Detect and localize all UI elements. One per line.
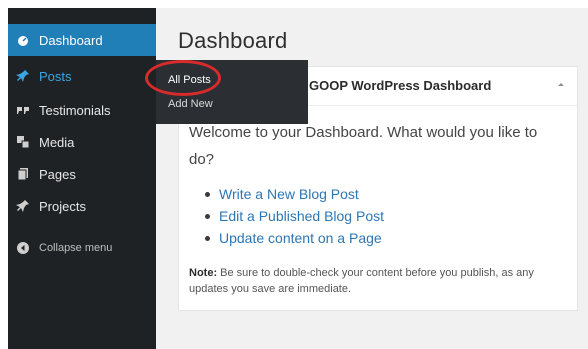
panel-title: GOOP WordPress Dashboard [309, 78, 492, 93]
welcome-text: Welcome to your Dashboard. What would yo… [189, 124, 538, 168]
page-title: Dashboard [178, 28, 288, 53]
sidebar-item-label: Collapse menu [39, 242, 113, 254]
sidebar-item-projects[interactable]: Projects [8, 190, 156, 222]
screenshot-frame: Dashboard Posts Testimonials Media Pages… [0, 0, 588, 349]
caret-up-icon [558, 83, 564, 86]
sidebar-item-label: Testimonials [39, 102, 111, 118]
collapse-menu-button[interactable]: Collapse menu [8, 232, 156, 264]
collapse-panel-toggle[interactable] [555, 79, 567, 91]
publish-note: Note: Be sure to double-check your conte… [189, 265, 567, 297]
note-text: Be sure to double-check your content bef… [189, 267, 534, 295]
pin-icon [15, 198, 31, 214]
submenu-item-all-posts[interactable]: All Posts [156, 68, 308, 92]
sidebar-item-label: Projects [39, 198, 86, 214]
write-post-link[interactable]: Write a New Blog Post [205, 183, 384, 205]
note-label: Note: [189, 267, 218, 279]
sidebar-item-label: Dashboard [39, 32, 103, 48]
quote-icon [15, 102, 31, 118]
sidebar-item-label: Media [39, 134, 75, 150]
admin-sidebar: Dashboard Posts Testimonials Media Pages… [8, 8, 156, 349]
sidebar-item-posts[interactable]: Posts [8, 60, 156, 92]
pin-icon [15, 68, 31, 84]
media-icon [15, 134, 31, 150]
update-page-link[interactable]: Update content on a Page [205, 227, 384, 249]
posts-flyout-submenu: All Posts Add New [156, 60, 308, 124]
sidebar-item-testimonials[interactable]: Testimonials [8, 94, 156, 126]
sidebar-item-dashboard[interactable]: Dashboard [8, 24, 156, 56]
submenu-item-add-new[interactable]: Add New [156, 92, 308, 116]
edit-post-link[interactable]: Edit a Published Blog Post [205, 205, 384, 227]
sidebar-item-label: Posts [39, 68, 72, 84]
pages-icon [15, 166, 31, 182]
action-list: Write a New Blog Post Edit a Published B… [205, 183, 384, 249]
sidebar-item-media[interactable]: Media [8, 126, 156, 158]
dashboard-icon [15, 32, 31, 48]
sidebar-item-label: Pages [39, 166, 76, 182]
sidebar-item-pages[interactable]: Pages [8, 158, 156, 190]
collapse-icon [15, 240, 31, 256]
